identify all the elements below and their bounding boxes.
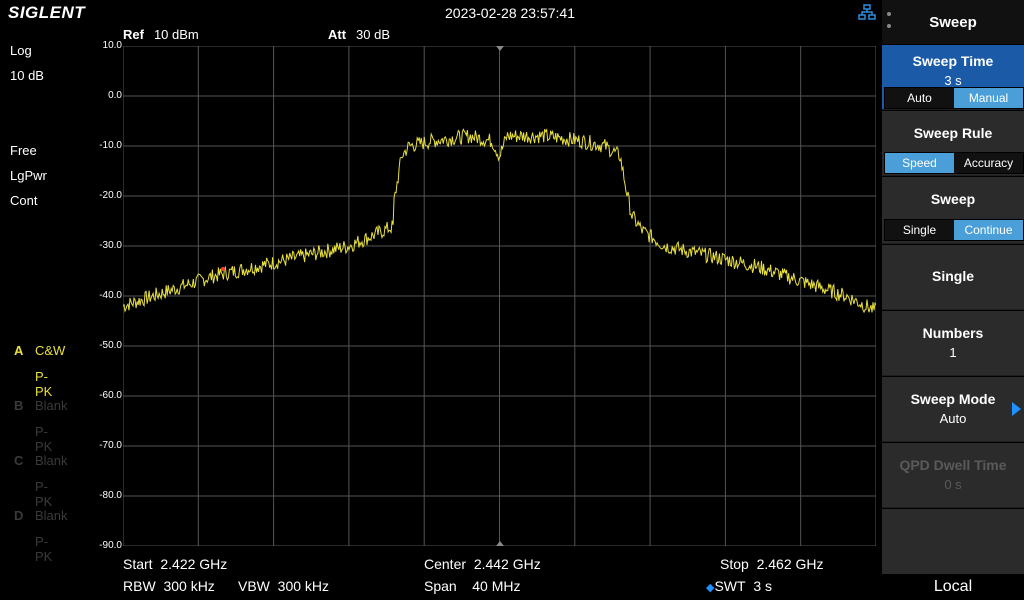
att-value: 30 dB: [356, 27, 391, 42]
stop-label: Stop: [720, 556, 749, 572]
scale-type: Log: [10, 43, 32, 58]
sweep-time-value: 3 s: [944, 73, 962, 88]
single-label: Single: [931, 268, 974, 284]
sweep-time-label: Sweep Time: [912, 53, 994, 69]
top-bar: SIGLENT 2023-02-28 23:57:41: [0, 0, 882, 24]
y-tick-label: -20.0: [99, 190, 122, 201]
y-tick-label: -40.0: [99, 290, 122, 301]
bottom-center-marker: [496, 541, 504, 546]
start-freq[interactable]: Start 2.422 GHz: [123, 556, 227, 572]
qpd-dwell-time-button: QPD Dwell Time 0 s: [882, 442, 1024, 507]
y-tick-label: -60.0: [99, 390, 122, 401]
trace-letter: A: [14, 343, 24, 358]
sweep-mode-label: Cont: [10, 193, 38, 208]
local-button[interactable]: Local: [882, 574, 1024, 600]
ref-level[interactable]: Ref 10 dBm: [123, 27, 199, 42]
rbw-value: 300 kHz: [163, 578, 215, 594]
detector-label: LgPwr: [10, 168, 47, 183]
option-manual[interactable]: Manual: [954, 88, 1023, 108]
rbw[interactable]: RBW 300 kHz: [123, 578, 215, 594]
trace-letter: B: [14, 398, 24, 413]
trace-mode: Blank: [35, 398, 68, 413]
submenu-arrow-icon: [1012, 402, 1021, 416]
span-label: Span: [424, 578, 457, 594]
empty-softkey: [882, 508, 1024, 575]
y-tick-label: -90.0: [99, 540, 122, 551]
trace-detector: P-PK: [35, 369, 53, 399]
vbw-value: 300 kHz: [277, 578, 330, 594]
network-icon[interactable]: [858, 4, 876, 20]
trace-mode: Blank: [35, 453, 68, 468]
y-tick-label: -70.0: [99, 440, 122, 451]
sweep-time-toggle[interactable]: Auto Manual: [884, 87, 1024, 109]
rbw-label: RBW: [123, 578, 156, 594]
vbw-label: VBW: [238, 578, 270, 594]
datetime: 2023-02-28 23:57:41: [445, 5, 575, 21]
brand-logo: SIGLENT: [8, 3, 86, 22]
trace-mode: C&W: [35, 343, 66, 358]
y-tick-label: -50.0: [99, 340, 122, 351]
y-tick-label: -80.0: [99, 490, 122, 501]
sweep-toggle[interactable]: Single Continue: [884, 219, 1024, 241]
menu-dots-icon: [887, 12, 891, 36]
center-freq[interactable]: Center 2.442 GHz: [424, 556, 541, 572]
option-continue[interactable]: Continue: [954, 220, 1023, 240]
stop-value: 2.462 GHz: [756, 556, 824, 572]
single-button[interactable]: Single: [882, 244, 1024, 309]
softkey-menu: Sweep Sweep Time 3 s Auto Manual Sweep R…: [882, 0, 1024, 600]
swt-value: 3 s: [753, 578, 773, 594]
sweep-time-readout[interactable]: ◆SWT 3 s: [706, 578, 772, 594]
sweep-rule-toggle[interactable]: Speed Accuracy: [884, 152, 1024, 174]
span-value: 40 MHz: [472, 578, 521, 594]
marker-point: [221, 267, 225, 271]
option-auto[interactable]: Auto: [885, 88, 954, 108]
qpd-label: QPD Dwell Time: [899, 457, 1007, 473]
sweep-rule-label: Sweep Rule: [913, 125, 993, 141]
sweep-label: Sweep: [930, 191, 976, 207]
top-center-marker: [496, 46, 504, 51]
trace-letter: C: [14, 453, 24, 468]
attenuation[interactable]: Att 30 dB: [328, 27, 390, 42]
spectrum-plot[interactable]: [123, 46, 876, 546]
menu-title-text: Sweep: [929, 13, 977, 31]
option-single[interactable]: Single: [885, 220, 954, 240]
vbw[interactable]: VBW 300 kHz: [238, 578, 329, 594]
qpd-value: 0 s: [944, 477, 962, 492]
option-accuracy[interactable]: Accuracy: [954, 153, 1023, 173]
scale-div: 10 dB: [10, 68, 44, 83]
plot-grid: [123, 46, 876, 546]
trace-mode: Blank: [35, 508, 68, 523]
y-tick-label: 10.0: [102, 40, 122, 51]
numbers-value: 1: [949, 345, 957, 360]
sweep-mode-value: Auto: [939, 411, 967, 426]
swt-label: SWT: [714, 578, 746, 594]
menu-title: Sweep: [882, 0, 1024, 44]
sweep-mode-label: Sweep Mode: [910, 391, 996, 407]
start-value: 2.422 GHz: [160, 556, 228, 572]
sweep-rule-button[interactable]: Sweep Rule Speed Accuracy: [882, 110, 1024, 175]
center-value: 2.442 GHz: [473, 556, 541, 572]
trace-detector: P-PK: [35, 534, 53, 564]
start-label: Start: [123, 556, 153, 572]
att-label: Att: [328, 27, 347, 42]
trace-detector: P-PK: [35, 479, 53, 509]
span[interactable]: Span 40 MHz: [424, 578, 521, 594]
stop-freq[interactable]: Stop 2.462 GHz: [720, 556, 824, 572]
option-speed[interactable]: Speed: [885, 153, 954, 173]
trace-letter: D: [14, 508, 24, 523]
sweep-time-button[interactable]: Sweep Time 3 s Auto Manual: [882, 44, 1024, 109]
trigger-label: Free: [10, 143, 37, 158]
y-tick-label: -10.0: [99, 140, 122, 151]
ref-value: 10 dBm: [153, 27, 199, 42]
numbers-button[interactable]: Numbers 1: [882, 310, 1024, 375]
sweep-button[interactable]: Sweep Single Continue: [882, 176, 1024, 243]
y-tick-label: 0.0: [108, 90, 122, 101]
ref-label: Ref: [123, 27, 144, 42]
trace-detector: P-PK: [35, 424, 53, 454]
y-tick-label: -30.0: [99, 240, 122, 251]
sweep-mode-button[interactable]: Sweep Mode Auto: [882, 376, 1024, 441]
center-label: Center: [424, 556, 467, 572]
numbers-label: Numbers: [922, 325, 984, 341]
